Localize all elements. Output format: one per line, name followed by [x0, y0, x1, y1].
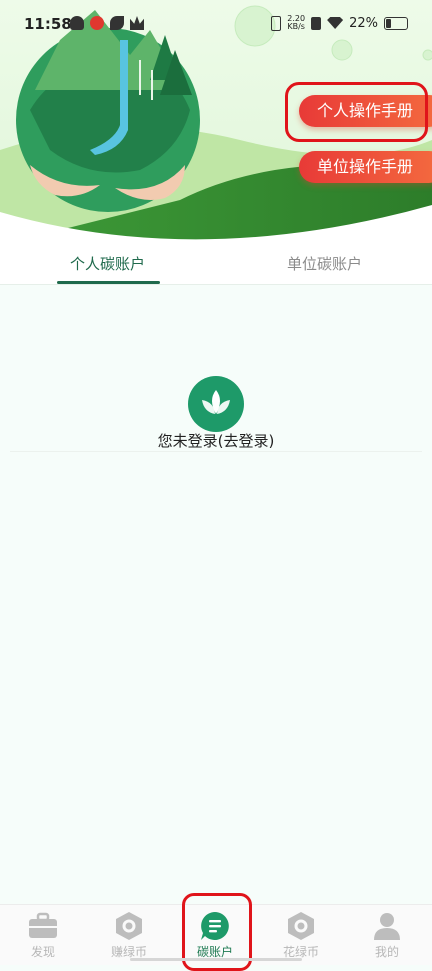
crown-icon [130, 16, 144, 30]
login-prompt-link[interactable]: 您未登录(去登录) [0, 430, 432, 451]
lotus-logo-icon[interactable] [188, 376, 244, 432]
divider [10, 451, 422, 452]
wifi-icon [327, 17, 344, 29]
status-time: 11:58 [24, 15, 72, 33]
account-tabs: 个人碳账户 单位碳账户 [0, 245, 432, 285]
tab-unit-carbon-account[interactable]: 单位碳账户 [287, 253, 362, 274]
user-icon [374, 913, 400, 940]
home-indicator [130, 958, 302, 961]
network-speed-unit: KB/s [287, 22, 305, 31]
battery-icon [384, 16, 408, 30]
notification-icons [70, 16, 144, 30]
nav-item-mine[interactable]: 我的 [344, 905, 430, 965]
sim-off-icon [311, 16, 322, 30]
status-bar: 11:58 2.20 KB/s 22% [0, 0, 432, 52]
nav-item-discover[interactable]: 发现 [0, 905, 86, 965]
hexagon-coin-icon [116, 912, 142, 940]
nav-item-spend-green-coin[interactable]: 花绿币 [258, 905, 344, 965]
battery-percent: 22% [349, 15, 378, 31]
unit-manual-button[interactable]: 单位操作手册 [299, 151, 432, 183]
nav-label: 发现 [30, 945, 55, 959]
highlight-box-manual [285, 82, 428, 142]
nav-label: 我的 [374, 945, 399, 959]
weibo-icon [90, 16, 104, 30]
briefcase-icon [29, 912, 57, 938]
leaf-icon [110, 16, 124, 30]
nav-item-earn-green-coin[interactable]: 赚绿币 [86, 905, 172, 965]
vibrate-icon [271, 15, 282, 31]
status-right: 2.20 KB/s 22% [271, 15, 408, 31]
cloud-icon [70, 16, 84, 30]
hexagon-coin-icon [288, 912, 314, 940]
network-speed: 2.20 KB/s [287, 15, 305, 31]
tab-personal-carbon-account[interactable]: 个人碳账户 [70, 253, 145, 274]
